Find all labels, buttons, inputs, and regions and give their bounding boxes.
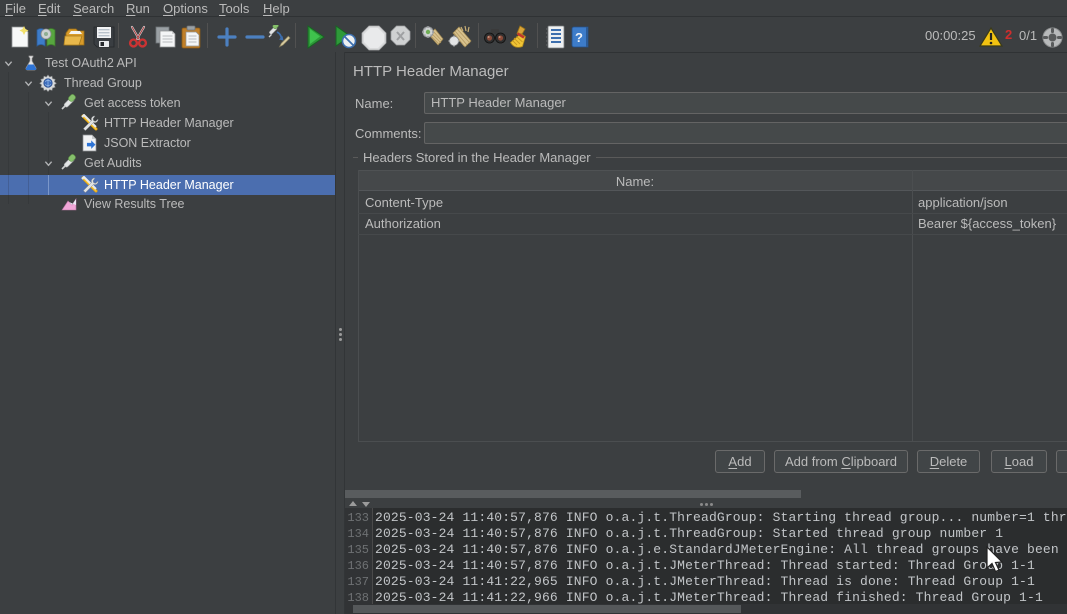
svg-text:?: ? <box>575 30 583 45</box>
